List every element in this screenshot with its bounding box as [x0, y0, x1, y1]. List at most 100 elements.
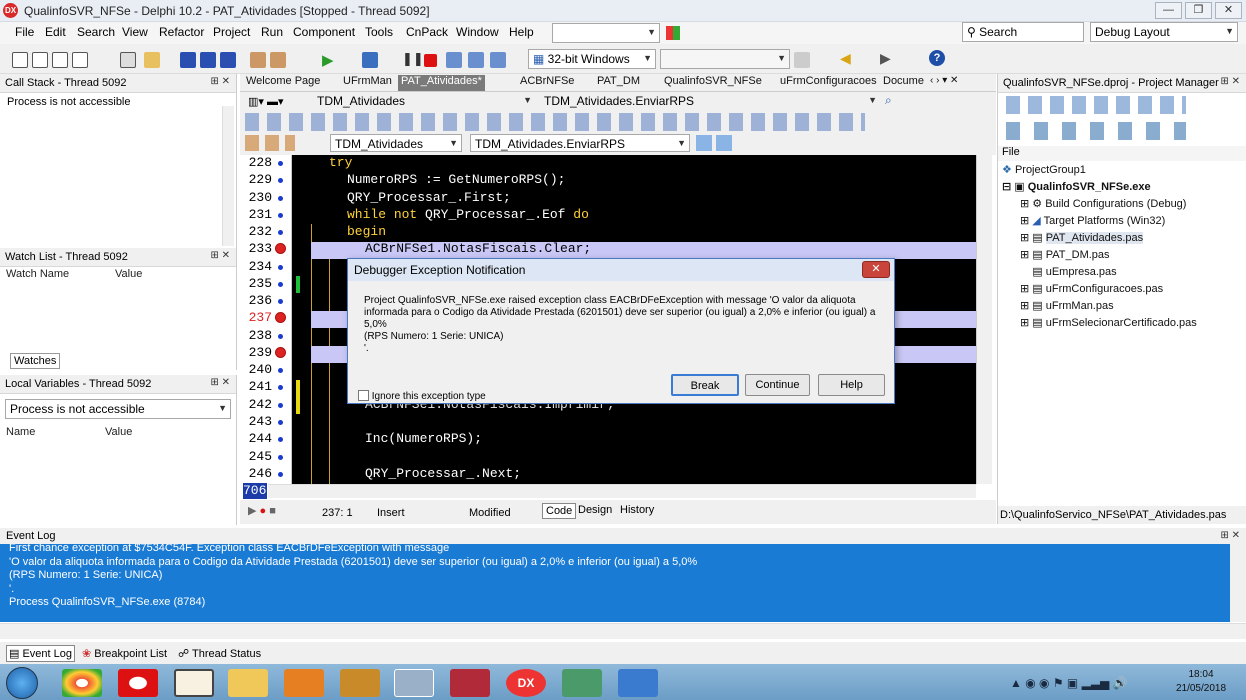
- delphi-taskbar-icon[interactable]: DX: [506, 669, 546, 697]
- new-form-icon[interactable]: [52, 52, 68, 68]
- unit2-select[interactable]: TDM_Atividades ▼: [330, 134, 462, 152]
- pin-icon[interactable]: ⊞ ✕: [210, 76, 230, 87]
- tab-breakpoint-list[interactable]: ❀ Breakpoint List: [82, 647, 167, 660]
- tray-icons[interactable]: ▲ ◉ ◉ ⚑ ▣ ▂▃▅ 🔊: [1010, 676, 1128, 690]
- start-button[interactable]: [6, 667, 38, 699]
- cnpack-toolbar-icons[interactable]: [245, 113, 865, 131]
- tree-file-pat-atividades[interactable]: ⊞ ▤ PAT_Atividades.pas: [1020, 231, 1144, 244]
- paint-icon[interactable]: [618, 669, 658, 697]
- help-icon[interactable]: ?: [929, 50, 945, 66]
- continue-button[interactable]: Continue: [745, 374, 810, 396]
- project-toolbar-icons[interactable]: [1006, 122, 1186, 140]
- ignore-exception-checkbox[interactable]: Ignore this exception type: [358, 390, 486, 402]
- pause-icon[interactable]: ❚❚: [402, 51, 424, 67]
- event-log-content[interactable]: First chance exception at $7534C54F. Exc…: [0, 544, 1230, 622]
- forward-arrow-icon[interactable]: ▶: [880, 50, 891, 67]
- menu-window[interactable]: Window: [456, 25, 499, 39]
- tab-event-log[interactable]: ▤ Event Log: [6, 645, 76, 662]
- back-arrow-icon[interactable]: ◀: [840, 50, 851, 67]
- save-all-icon[interactable]: [200, 52, 216, 68]
- tree-projectgroup[interactable]: ❖ ProjectGroup1: [1002, 163, 1086, 176]
- method-select[interactable]: TDM_Atividades.EnviarRPS ▼: [540, 92, 880, 110]
- tab-pat-atividades[interactable]: PAT_Atividades*: [398, 75, 485, 91]
- break-button[interactable]: Break: [671, 374, 739, 396]
- method2-select[interactable]: TDM_Atividades.EnviarRPS ▼: [470, 134, 690, 152]
- media-player-icon[interactable]: [284, 669, 324, 697]
- watch-value-column[interactable]: Value: [115, 268, 142, 280]
- breakpoint-icon[interactable]: [275, 243, 286, 254]
- save-as-icon[interactable]: [220, 52, 236, 68]
- add-file-icon[interactable]: [250, 52, 266, 68]
- step-over-icon[interactable]: [468, 52, 484, 68]
- pin-icon[interactable]: ⊞ ✕: [1220, 530, 1240, 541]
- tools-icon[interactable]: [340, 669, 380, 697]
- tab-code[interactable]: Code: [542, 503, 577, 519]
- call-stack-scrollbar[interactable]: [222, 106, 234, 246]
- event-log-hscrollbar[interactable]: [0, 623, 1246, 639]
- new-icon[interactable]: [12, 52, 28, 68]
- trace-into-icon[interactable]: [446, 52, 462, 68]
- tab-ufrmman[interactable]: UFrmMan: [343, 75, 392, 91]
- menu-help[interactable]: Help: [509, 25, 534, 39]
- sync-icons[interactable]: [696, 135, 732, 151]
- menu-combo[interactable]: ▼: [552, 23, 660, 43]
- watches-tab[interactable]: Watches: [10, 353, 61, 369]
- save-icon[interactable]: [180, 52, 196, 68]
- tab-scroll-icon[interactable]: ‹ › ▾ ✕: [930, 75, 958, 91]
- pin-icon[interactable]: ⊞ ✕: [1220, 76, 1240, 87]
- opera-icon[interactable]: [118, 669, 158, 697]
- menu-component[interactable]: Component: [293, 25, 355, 39]
- tab-acbrnfse[interactable]: ACBrNFSe: [520, 75, 574, 91]
- locals-value-column[interactable]: Value: [105, 426, 132, 438]
- pin-icon[interactable]: ⊞ ✕: [210, 377, 230, 388]
- ide-search-input[interactable]: ⚲ Search: [962, 22, 1084, 42]
- menu-search[interactable]: Search: [77, 25, 115, 39]
- maximize-button[interactable]: ❐: [1185, 2, 1212, 19]
- tab-qualinfosvr[interactable]: QualinfoSVR_NFSe: [664, 75, 762, 91]
- class-icon[interactable]: ▥▾ ▬▾: [248, 95, 284, 108]
- remove-file-icon[interactable]: [270, 52, 286, 68]
- menu-view[interactable]: View: [122, 25, 148, 39]
- tree-file-ufrmselecionarcertificado[interactable]: ⊞ ▤ uFrmSelecionarCertificado.pas: [1020, 316, 1197, 329]
- playback-icons[interactable]: ▶ ● ■: [248, 504, 276, 517]
- tab-history[interactable]: History: [620, 504, 654, 516]
- new-unit-icon[interactable]: [72, 52, 88, 68]
- open-project-icon[interactable]: [144, 52, 160, 68]
- run-to-cursor-icon[interactable]: [490, 52, 506, 68]
- tab-welcome[interactable]: Welcome Page: [246, 75, 320, 91]
- unit-select[interactable]: TDM_Atividades ▼: [313, 92, 535, 110]
- tree-file-ufrmman[interactable]: ⊞ ▤ uFrmMan.pas: [1020, 299, 1114, 312]
- open-icon[interactable]: [120, 52, 136, 68]
- tree-file-ufrmconfiguracoes[interactable]: ⊞ ▤ uFrmConfiguracoes.pas: [1020, 282, 1163, 295]
- breakpoint-icon[interactable]: [275, 347, 286, 358]
- event-log-vscrollbar[interactable]: [1230, 544, 1246, 622]
- editor-hscrollbar[interactable]: [268, 484, 976, 498]
- tree-file-pat-dm[interactable]: ⊞ ▤ PAT_DM.pas: [1020, 248, 1110, 261]
- tree-target-platforms[interactable]: ⊞ ◢ Target Platforms (Win32): [1020, 214, 1165, 227]
- close-button[interactable]: ✕: [1215, 2, 1242, 19]
- remote-desktop-icon[interactable]: [394, 669, 434, 697]
- chrome-icon[interactable]: [62, 669, 102, 697]
- menu-refactor[interactable]: Refactor: [159, 25, 204, 39]
- menu-cnpack[interactable]: CnPack: [406, 25, 448, 39]
- tree-file-uempresa[interactable]: ▤ uEmpresa.pas: [1020, 265, 1116, 278]
- menu-edit[interactable]: Edit: [45, 25, 66, 39]
- dialog-close-button[interactable]: ✕: [862, 261, 890, 278]
- structure-icons[interactable]: [245, 135, 295, 151]
- config-select[interactable]: ▼: [660, 49, 790, 69]
- help-button[interactable]: Help: [818, 374, 885, 396]
- menu-file[interactable]: File: [15, 25, 34, 39]
- tab-docume[interactable]: Docume: [883, 75, 924, 91]
- project-toolbar-icons[interactable]: [1006, 96, 1186, 114]
- configuration-icon[interactable]: [794, 52, 810, 68]
- step-icon[interactable]: [362, 52, 378, 68]
- watch-name-column[interactable]: Watch Name: [6, 268, 69, 280]
- stop-icon[interactable]: [424, 54, 437, 67]
- menu-project[interactable]: Project: [213, 25, 250, 39]
- new-file-icon[interactable]: [32, 52, 48, 68]
- menu-tools[interactable]: Tools: [365, 25, 393, 39]
- explorer-icon[interactable]: [228, 669, 268, 697]
- layout-select[interactable]: Debug Layout ▼: [1090, 22, 1238, 42]
- locals-name-column[interactable]: Name: [6, 426, 35, 438]
- find-icon[interactable]: ⌕: [885, 93, 892, 108]
